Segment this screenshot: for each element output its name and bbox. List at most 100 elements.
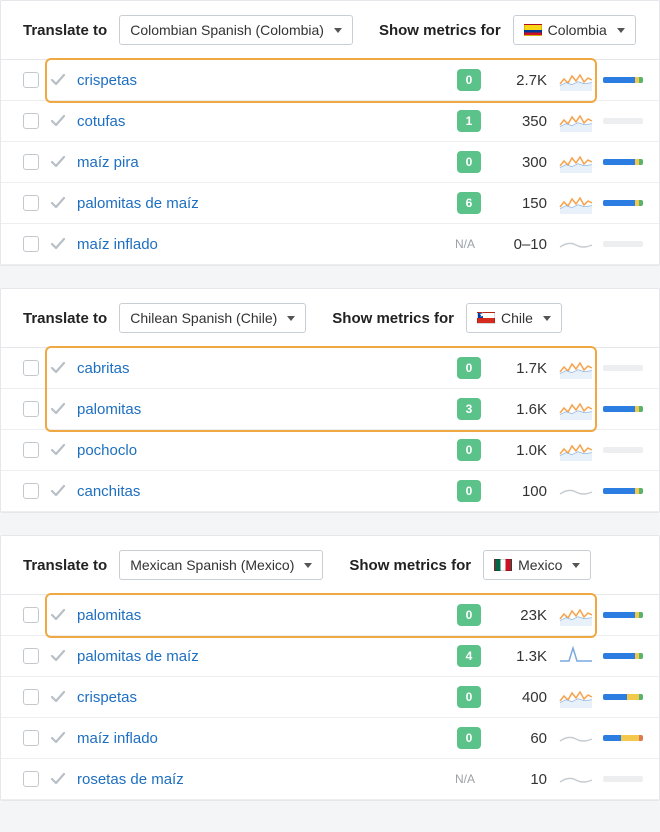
row-checkbox[interactable]: [23, 401, 39, 417]
translate-to-label: Translate to: [23, 310, 107, 327]
language-select-value: Colombian Spanish (Colombia): [130, 22, 324, 38]
section-header: Translate to Colombian Spanish (Colombia)…: [1, 1, 659, 60]
keyword-term[interactable]: maíz inflado: [77, 236, 439, 253]
check-icon: [49, 647, 67, 665]
section-mexico: Translate toMexican Spanish (Mexico)Show…: [0, 535, 660, 801]
check-icon: [49, 606, 67, 624]
rows-container: cabritas01.7Kpalomitas31.6Kpochoclo01.0K…: [1, 348, 659, 512]
check-icon: [49, 400, 67, 418]
country-select-value: Colombia: [548, 22, 607, 38]
language-select[interactable]: Mexican Spanish (Mexico): [119, 550, 323, 580]
difficulty-badge: 0: [457, 69, 481, 91]
check-icon: [49, 359, 67, 377]
difficulty-badge: 6: [457, 192, 481, 214]
row-checkbox[interactable]: [23, 154, 39, 170]
trend-sparkline: [559, 398, 593, 420]
row-checkbox[interactable]: [23, 771, 39, 787]
country-select[interactable]: Mexico: [483, 550, 591, 580]
keyword-term[interactable]: maíz pira: [77, 154, 447, 171]
table-row: maíz inflado 0 60: [1, 718, 659, 759]
table-row: cotufas1350: [1, 101, 659, 142]
translate-to-label: Translate to: [23, 22, 107, 39]
check-icon: [49, 71, 67, 89]
table-row: rosetas de maízN/A10: [1, 759, 659, 800]
check-icon: [49, 153, 67, 171]
country-select[interactable]: Chile: [466, 303, 562, 333]
volume-value: 100: [491, 483, 549, 500]
keyword-term[interactable]: maíz inflado: [77, 730, 447, 747]
row-checkbox[interactable]: [23, 72, 39, 88]
country-select[interactable]: Colombia: [513, 15, 636, 45]
difficulty-badge: 0: [457, 357, 481, 379]
keyword-term[interactable]: crispetas: [77, 72, 447, 89]
serp-bar: [603, 694, 643, 700]
keyword-term[interactable]: palomitas: [77, 607, 447, 624]
check-icon: [49, 194, 67, 212]
row-checkbox[interactable]: [23, 648, 39, 664]
table-row: maíz infladoN/A0–10: [1, 224, 659, 265]
language-select[interactable]: Chilean Spanish (Chile): [119, 303, 306, 333]
row-checkbox[interactable]: [23, 483, 39, 499]
row-checkbox[interactable]: [23, 195, 39, 211]
trend-sparkline: [559, 192, 593, 214]
row-checkbox[interactable]: [23, 730, 39, 746]
trend-sparkline: [559, 604, 593, 626]
section-chile: Translate toChilean Spanish (Chile)Show …: [0, 288, 660, 513]
serp-bar: [603, 200, 643, 206]
row-checkbox[interactable]: [23, 442, 39, 458]
keyword-term[interactable]: palomitas: [77, 401, 447, 418]
translate-to-label: Translate to: [23, 557, 107, 574]
volume-value: 350: [491, 113, 549, 130]
keyword-term[interactable]: cabritas: [77, 360, 447, 377]
difficulty-badge: N/A: [449, 768, 481, 790]
keyword-term[interactable]: palomitas de maíz: [77, 648, 447, 665]
keyword-term[interactable]: crispetas: [77, 689, 447, 706]
trend-sparkline: [559, 727, 593, 749]
serp-bar: [603, 488, 643, 494]
table-row: palomitas de maíz 6 150: [1, 183, 659, 224]
chevron-down-icon: [572, 563, 580, 568]
table-row: crispetas0400: [1, 677, 659, 718]
row-checkbox[interactable]: [23, 113, 39, 129]
row-checkbox[interactable]: [23, 236, 39, 252]
serp-bar: [603, 612, 643, 618]
country-select-value: Chile: [501, 310, 533, 326]
volume-value: 1.7K: [491, 360, 549, 377]
serp-bar: [603, 241, 643, 247]
trend-sparkline: [559, 480, 593, 502]
table-row: palomitas31.6K: [1, 389, 659, 430]
difficulty-badge: 0: [457, 604, 481, 626]
trend-sparkline: [559, 439, 593, 461]
keyword-term[interactable]: pochoclo: [77, 442, 447, 459]
row-checkbox[interactable]: [23, 607, 39, 623]
trend-sparkline: [559, 233, 593, 255]
table-row: crispetas02.7K: [1, 60, 659, 101]
volume-value: 23K: [491, 607, 549, 624]
check-icon: [49, 729, 67, 747]
serp-bar: [603, 118, 643, 124]
keyword-term[interactable]: rosetas de maíz: [77, 771, 439, 788]
serp-bar: [603, 406, 643, 412]
keyword-term[interactable]: palomitas de maíz: [77, 195, 447, 212]
section-colombia: Translate to Colombian Spanish (Colombia)…: [0, 0, 660, 266]
language-select[interactable]: Colombian Spanish (Colombia): [119, 15, 353, 45]
section-header: Translate toMexican Spanish (Mexico)Show…: [1, 536, 659, 595]
row-checkbox[interactable]: [23, 360, 39, 376]
rows-container: palomitas023Kpalomitas de maíz41.3Kcrisp…: [1, 595, 659, 800]
flag-icon: [524, 24, 542, 36]
volume-value: 400: [491, 689, 549, 706]
keyword-term[interactable]: cotufas: [77, 113, 447, 130]
difficulty-badge: 0: [457, 151, 481, 173]
keyword-term[interactable]: canchitas: [77, 483, 447, 500]
flag-icon: [477, 312, 495, 324]
chevron-down-icon: [334, 28, 342, 33]
language-select-value: Mexican Spanish (Mexico): [130, 557, 294, 573]
row-checkbox[interactable]: [23, 689, 39, 705]
check-icon: [49, 482, 67, 500]
check-icon: [49, 112, 67, 130]
difficulty-badge: 0: [457, 727, 481, 749]
trend-sparkline: [559, 151, 593, 173]
volume-value: 150: [491, 195, 549, 212]
volume-value: 60: [491, 730, 549, 747]
country-select-value: Mexico: [518, 557, 562, 573]
